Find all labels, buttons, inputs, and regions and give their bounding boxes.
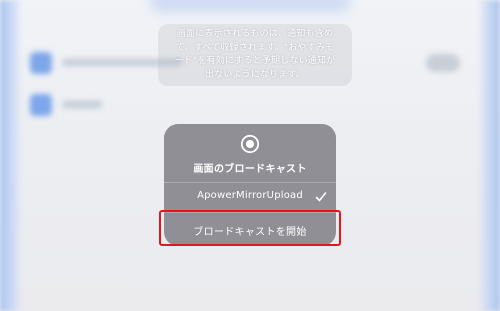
broadcast-panel-header: 画面のブロードキャスト bbox=[164, 124, 336, 182]
highlight-annotation-box bbox=[159, 210, 341, 246]
background-blur-left bbox=[0, 0, 22, 311]
description-line: 出ないようになります。 bbox=[204, 69, 306, 80]
description-line: 画面に表示されるものは、通知も含め bbox=[176, 29, 334, 39]
checkmark-icon bbox=[315, 192, 327, 202]
background-blurred-toggle bbox=[426, 54, 460, 72]
record-icon bbox=[240, 134, 260, 154]
background-blur-right bbox=[478, 0, 500, 311]
description-line: ード"を有効にすると予期しない通知が bbox=[174, 56, 336, 66]
screen-broadcast-overlay: 画面に表示されるものは、通知も含め て、すべて収録されます。"おやすみモ ード"… bbox=[0, 0, 500, 311]
broadcast-option-apowermirrorupload[interactable]: ApowerMirrorUpload bbox=[164, 183, 336, 212]
description-line: て、すべて収録されます。"おやすみモ bbox=[175, 42, 335, 53]
broadcast-option-label: ApowerMirrorUpload bbox=[197, 190, 303, 201]
background-blur-top bbox=[150, 0, 350, 12]
broadcast-panel-title: 画面のブロードキャスト bbox=[193, 164, 307, 175]
background-blurred-row bbox=[22, 88, 262, 122]
broadcast-description: 画面に表示されるものは、通知も含め て、すべて収録されます。"おやすみモ ード"… bbox=[158, 24, 352, 86]
